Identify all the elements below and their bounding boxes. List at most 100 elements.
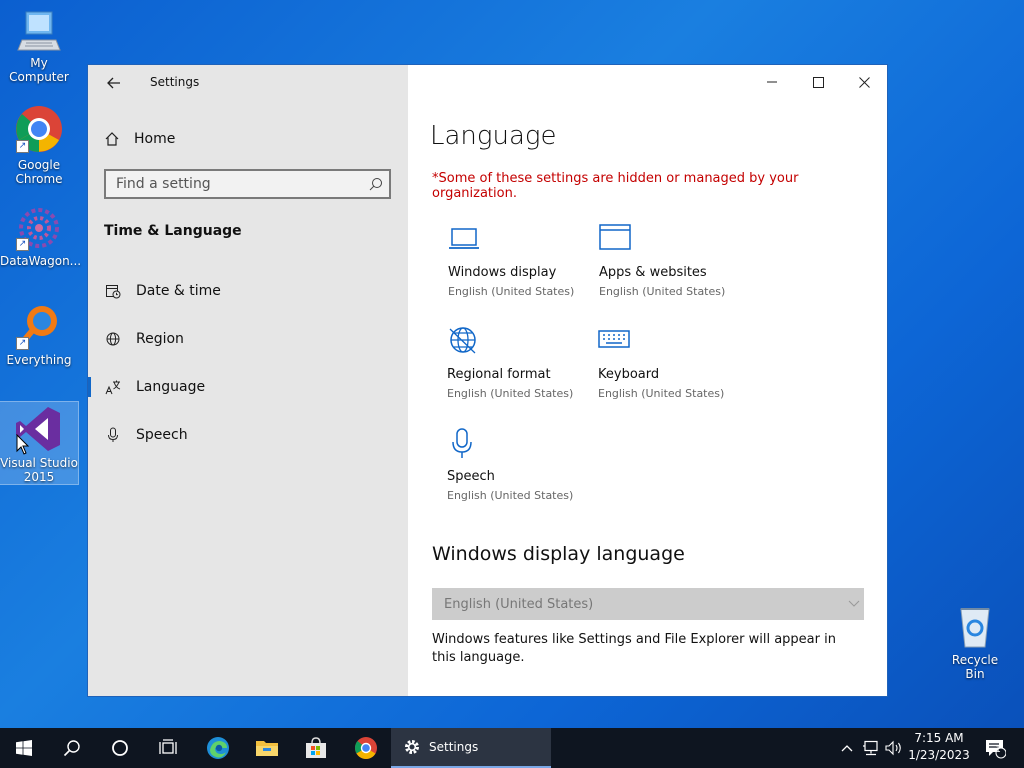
action-center-button[interactable]: 1 — [980, 728, 1010, 768]
clock-date: 1/23/2023 — [908, 748, 970, 762]
back-button[interactable] — [102, 71, 126, 95]
shortcut-arrow-icon: ↗ — [16, 337, 29, 350]
desktop-icon-label: DataWagon... — [0, 254, 82, 268]
desktop-icon-everything[interactable]: ↗ Everything — [0, 303, 78, 367]
taskbar-settings-app[interactable]: Settings — [391, 728, 551, 768]
tile-title: Regional format — [447, 367, 551, 382]
gear-icon — [405, 740, 419, 754]
cortana-circle-icon — [112, 740, 128, 756]
search-input[interactable] — [106, 171, 356, 197]
start-button[interactable] — [0, 728, 48, 768]
tile-title: Apps & websites — [599, 265, 707, 280]
home-icon — [105, 132, 119, 146]
desktop-icon-label: Google Chrome — [15, 158, 63, 186]
tile-regional-format[interactable]: Regional format English (United States) — [447, 325, 597, 400]
managed-warning: *Some of these settings are hidden or ma… — [432, 171, 799, 201]
file-explorer-button[interactable] — [243, 728, 291, 768]
tile-title: Keyboard — [598, 367, 660, 382]
task-view-button[interactable] — [144, 728, 192, 768]
store-bag-icon — [306, 737, 326, 758]
tile-title: Speech — [447, 469, 495, 484]
show-hidden-icons-button[interactable] — [838, 728, 856, 768]
tile-speech[interactable]: Speech English (United States) — [447, 427, 597, 502]
microphone-icon — [452, 428, 472, 458]
tile-subtitle: English (United States) — [598, 387, 725, 400]
taskbar-settings-label: Settings — [429, 740, 479, 754]
desktop-icon-label: Everything — [6, 353, 72, 367]
calendar-clock-icon — [105, 283, 121, 299]
notification-count-badge: 1 — [995, 745, 1001, 755]
arrow-left-icon — [107, 77, 120, 89]
tile-subtitle: English (United States) — [447, 489, 574, 502]
task-view-icon — [159, 739, 177, 754]
taskbar-clock[interactable]: 7:15 AM 1/23/2023 — [900, 730, 978, 764]
desktop-icon-google-chrome[interactable]: ↗ Google Chrome — [0, 104, 78, 186]
cortana-button[interactable] — [96, 728, 144, 768]
nav-item-label: Language — [136, 379, 206, 395]
chrome-taskbar-button[interactable] — [342, 728, 390, 768]
page-title: Language — [430, 121, 557, 151]
nav-item-date-time[interactable]: Date & time — [88, 271, 408, 311]
nav-home[interactable]: Home — [104, 129, 175, 149]
maximize-icon — [812, 76, 824, 88]
store-button[interactable] — [292, 728, 340, 768]
minimize-icon — [767, 81, 777, 83]
search-box[interactable] — [104, 169, 391, 199]
nav-item-label: Date & time — [136, 283, 221, 299]
window-icon — [599, 224, 631, 250]
mouse-cursor-icon — [16, 434, 30, 455]
close-button[interactable] — [841, 71, 887, 93]
globe-icon — [105, 331, 121, 347]
display-language-description: Windows features like Settings and File … — [432, 632, 836, 665]
network-icon — [863, 740, 878, 756]
network-button[interactable] — [860, 728, 882, 768]
edge-icon — [207, 737, 229, 759]
search-icon — [369, 178, 382, 191]
desktop-icon-visual-studio[interactable]: Visual Studio 2015 — [0, 401, 79, 485]
computer-icon — [17, 11, 61, 51]
tile-title: Windows display — [448, 265, 557, 280]
microphone-icon — [105, 427, 121, 443]
chrome-icon — [355, 737, 377, 759]
desktop-icon-recycle-bin[interactable]: Recycle Bin — [941, 603, 1009, 681]
windows-logo-icon — [16, 740, 32, 756]
sidebar-section-title: Time & Language — [104, 223, 242, 239]
tile-windows-display[interactable]: Windows display English (United States) — [448, 223, 598, 298]
desktop-icon-my-computer[interactable]: My Computer — [0, 8, 78, 84]
close-icon — [858, 76, 870, 88]
folder-icon — [256, 741, 278, 756]
nav-item-language[interactable]: Language — [88, 367, 408, 407]
settings-window: Settings Home Time & Language Date & tim… — [87, 64, 888, 697]
clock-time: 7:15 AM — [914, 731, 964, 745]
nav-item-speech[interactable]: Speech — [88, 415, 408, 455]
language-icon — [105, 379, 121, 395]
desktop-icon-datawagon[interactable]: ↗ DataWagon... — [0, 206, 82, 268]
desktop-icon-label: My Computer — [9, 56, 69, 84]
nav-home-label: Home — [134, 131, 176, 147]
settings-main: Language *Some of these settings are hid… — [408, 65, 887, 696]
window-title: Settings — [150, 75, 200, 89]
tile-subtitle: English (United States) — [448, 285, 575, 298]
recycle-bin-icon — [960, 608, 990, 648]
display-language-value: English (United States) — [444, 596, 594, 612]
nav-item-region[interactable]: Region — [88, 319, 408, 359]
search-icon — [63, 740, 80, 757]
display-language-select[interactable]: English (United States) — [432, 588, 864, 620]
minimize-button[interactable] — [749, 71, 795, 93]
tile-subtitle: English (United States) — [447, 387, 574, 400]
search-button[interactable] — [48, 728, 96, 768]
taskbar: Settings 7:15 AM 1/23/2023 1 — [0, 728, 1024, 768]
tile-apps-websites[interactable]: Apps & websites English (United States) — [599, 223, 749, 298]
tile-keyboard[interactable]: Keyboard English (United States) — [598, 325, 748, 400]
edge-button[interactable] — [194, 728, 242, 768]
chevron-down-icon — [848, 600, 860, 607]
recycle-bin-label: Recycle Bin — [951, 653, 999, 681]
display-language-heading: Windows display language — [432, 543, 685, 565]
tile-subtitle: English (United States) — [599, 285, 726, 298]
maximize-button[interactable] — [795, 71, 841, 93]
settings-sidebar: Settings Home Time & Language Date & tim… — [88, 65, 408, 696]
nav-item-label: Region — [136, 331, 184, 347]
chevron-up-icon — [841, 745, 853, 752]
keyboard-icon — [598, 330, 630, 348]
shortcut-arrow-icon: ↗ — [16, 140, 29, 153]
